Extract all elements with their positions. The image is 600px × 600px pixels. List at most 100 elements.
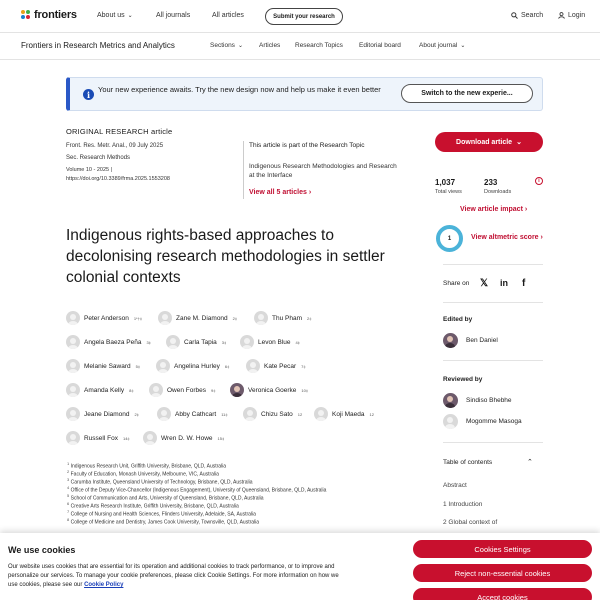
author[interactable]: Veronica Goerke 10‡ xyxy=(230,383,308,397)
author[interactable]: Levon Blue 4‡ xyxy=(240,335,300,349)
affil-num: 3 xyxy=(67,477,70,482)
subnav-sections[interactable]: Sections ⌄ xyxy=(210,42,243,49)
toc-title: Table of contents xyxy=(443,459,493,466)
author-name: Carla Tapia xyxy=(184,338,217,346)
section-link[interactable]: Sec. Research Methods xyxy=(66,155,130,161)
subnav-editorial-board[interactable]: Editorial board xyxy=(359,42,401,49)
citation: Front. Res. Metr. Anal., 09 July 2025 xyxy=(66,143,164,149)
cookie-text: Our website uses cookies that are essent… xyxy=(8,563,348,590)
avatar xyxy=(143,431,157,445)
chevron-right-icon: › xyxy=(524,206,528,213)
cookie-policy-link[interactable]: Cookie Policy xyxy=(84,582,123,588)
subnav-research-topics[interactable]: Research Topics xyxy=(295,42,343,49)
reject-cookies-button[interactable]: Reject non-essential cookies xyxy=(413,564,592,582)
author-name: Angela Baeza Peña xyxy=(84,338,142,346)
author-name: Zane M. Diamond xyxy=(176,314,228,322)
nav-all-journals[interactable]: All journals xyxy=(156,12,190,19)
author-affil: 11‡ xyxy=(221,411,228,417)
author[interactable]: Jeane Diamond 2‡ xyxy=(66,407,139,421)
download-article-button[interactable]: Download article ⌄ xyxy=(435,132,543,152)
view-all-articles-link[interactable]: View all 5 articles › xyxy=(249,189,311,196)
divider xyxy=(443,442,543,443)
switch-design-button[interactable]: Switch to the new experie... xyxy=(401,84,533,103)
subnav-articles[interactable]: Articles xyxy=(259,42,280,49)
frontiers-logo-icon xyxy=(21,10,31,20)
toc-item[interactable]: 2 Global context of xyxy=(443,519,497,526)
avatar xyxy=(157,407,171,421)
author[interactable]: Angela Baeza Peña 3‡ xyxy=(66,335,151,349)
accept-cookies-button[interactable]: Accept cookies xyxy=(413,588,592,600)
subnav-label: Sections xyxy=(210,42,235,49)
avatar xyxy=(314,407,328,421)
author[interactable]: Peter Anderson 1*†‡ xyxy=(66,311,142,325)
avatar xyxy=(254,311,268,325)
login-button[interactable]: Login xyxy=(558,12,585,19)
author[interactable]: Melanie Saward 5‡ xyxy=(66,359,140,373)
nav-about-us[interactable]: About us ⌄ xyxy=(97,12,133,19)
author[interactable]: Kate Pecar 7‡ xyxy=(246,359,306,373)
research-topic-link[interactable]: Indigenous Research Methodologies and Re… xyxy=(249,163,399,180)
avatar xyxy=(240,335,254,349)
author[interactable]: Chizu Sato 12 xyxy=(243,407,302,421)
linkedin-icon[interactable]: in xyxy=(500,278,508,288)
reviewer[interactable]: Mogomme Masoga xyxy=(443,414,522,429)
author[interactable]: Thu Pham 2‡ xyxy=(254,311,311,325)
cookie-settings-button[interactable]: Cookies Settings xyxy=(413,540,592,558)
author-name: Russell Fox xyxy=(84,434,118,442)
author-affil: 3‡ xyxy=(221,339,227,345)
facebook-icon[interactable]: f xyxy=(522,278,525,289)
avatar xyxy=(66,335,80,349)
author[interactable]: Angelina Hurley 6‡ xyxy=(156,359,229,373)
view-article-impact-link[interactable]: View article impact › xyxy=(460,206,527,213)
reviewer[interactable]: Sindiso Bhebhe xyxy=(443,393,512,408)
chevron-up-icon: ⌃ xyxy=(527,459,533,466)
subnav-label: Research Topics xyxy=(295,42,343,49)
toc-item[interactable]: Abstract xyxy=(443,482,467,489)
author[interactable]: Zane M. Diamond 2‡ xyxy=(158,311,237,325)
article-title: Indigenous rights-based approaches to de… xyxy=(66,227,385,286)
editor[interactable]: Ben Daniel xyxy=(443,333,498,348)
chevron-down-icon: ⌄ xyxy=(460,43,466,49)
avatar xyxy=(66,311,80,325)
chevron-down-icon: ⌄ xyxy=(237,43,243,49)
info-icon: i xyxy=(83,89,94,100)
author-affil: 2‡ xyxy=(134,411,139,417)
editor-name: Ben Daniel xyxy=(466,337,498,344)
search-button[interactable]: Search xyxy=(511,12,543,19)
author[interactable]: Abby Cathcart 11‡ xyxy=(157,407,228,421)
chevron-right-icon: › xyxy=(540,234,543,241)
view-altmetric-link[interactable]: View altmetric score › xyxy=(471,234,543,241)
share-label: Share on xyxy=(443,280,470,287)
author[interactable]: Carla Tapia 3‡ xyxy=(166,335,226,349)
toc-heading[interactable]: Table of contents ⌃ xyxy=(443,459,533,466)
affil-num: 1 xyxy=(67,461,70,466)
frontiers-logo[interactable]: frontiers xyxy=(21,9,77,21)
doi-link[interactable]: https://doi.org/10.3389/frma.2025.155320… xyxy=(66,176,170,182)
author[interactable]: Koji Maeda 12 xyxy=(314,407,374,421)
author[interactable]: Owen Forbes 9‡ xyxy=(149,383,215,397)
avatar xyxy=(166,335,180,349)
author-affil: 7‡ xyxy=(301,363,306,369)
chevron-down-icon: ⌄ xyxy=(127,13,133,19)
author[interactable]: Russell Fox 14‡ xyxy=(66,431,130,445)
author-affil: 4‡ xyxy=(295,339,300,345)
downloads-count: 233 xyxy=(484,178,498,187)
author[interactable]: Amanda Kelly 8‡ xyxy=(66,383,134,397)
author-name: Amanda Kelly xyxy=(84,386,125,394)
divider xyxy=(443,360,543,361)
chevron-down-icon: ⌄ xyxy=(516,139,522,146)
submit-research-button[interactable]: Submit your research xyxy=(265,8,343,25)
x-icon[interactable]: 𝕏 xyxy=(480,278,488,289)
info-icon[interactable]: i xyxy=(535,177,543,185)
author-affil: 5‡ xyxy=(135,363,141,369)
subnav-about-journal[interactable]: About journal ⌄ xyxy=(419,42,465,49)
cookie-banner: We use cookies Our website uses cookies … xyxy=(0,533,600,600)
nav-all-articles[interactable]: All articles xyxy=(212,12,244,19)
part-of-label: This article is part of the Research Top… xyxy=(249,142,365,149)
author-affil: 1*†‡ xyxy=(133,315,143,321)
altmetric-badge[interactable]: 1 xyxy=(436,225,463,252)
nav-label: All articles xyxy=(212,12,244,19)
toc-item[interactable]: 1 Introduction xyxy=(443,501,482,508)
journal-title[interactable]: Frontiers in Research Metrics and Analyt… xyxy=(21,41,175,50)
author[interactable]: Wren D. W. Howe 15‡ xyxy=(143,431,224,445)
